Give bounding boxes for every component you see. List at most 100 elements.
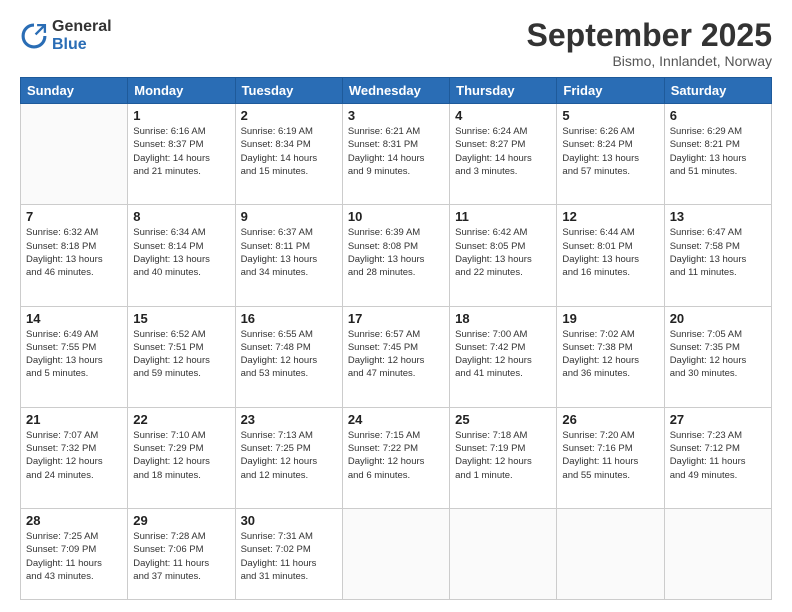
table-cell: 5 Sunrise: 6:26 AMSunset: 8:24 PMDaylight… (557, 104, 664, 205)
col-wednesday: Wednesday (342, 78, 449, 104)
table-cell: 6 Sunrise: 6:29 AMSunset: 8:21 PMDaylight… (664, 104, 771, 205)
table-cell: 30 Sunrise: 7:31 AMSunset: 7:02 PMDayligh… (235, 508, 342, 599)
table-cell: 13 Sunrise: 6:47 AMSunset: 7:58 PMDayligh… (664, 205, 771, 306)
day-number: 5 (562, 108, 658, 123)
table-cell: 27 Sunrise: 7:23 AMSunset: 7:12 PMDayligh… (664, 407, 771, 508)
table-cell: 11 Sunrise: 6:42 AMSunset: 8:05 PMDayligh… (450, 205, 557, 306)
table-cell (342, 508, 449, 599)
day-info: Sunrise: 6:37 AMSunset: 8:11 PMDaylight:… (241, 226, 337, 279)
day-number: 4 (455, 108, 551, 123)
day-info: Sunrise: 6:52 AMSunset: 7:51 PMDaylight:… (133, 328, 229, 381)
table-cell: 7Sunrise: 6:32 AMSunset: 8:18 PMDaylight… (21, 205, 128, 306)
header: General Blue September 2025 Bismo, Innla… (20, 18, 772, 69)
day-number: 17 (348, 311, 444, 326)
day-number: 3 (348, 108, 444, 123)
day-info: Sunrise: 6:55 AMSunset: 7:48 PMDaylight:… (241, 328, 337, 381)
table-cell: 21 Sunrise: 7:07 AMSunset: 7:32 PMDayligh… (21, 407, 128, 508)
day-number: 6 (670, 108, 766, 123)
day-number: 8 (133, 209, 229, 224)
day-info: Sunrise: 7:07 AMSunset: 7:32 PMDaylight:… (26, 429, 122, 482)
table-cell: 24 Sunrise: 7:15 AMSunset: 7:22 PMDayligh… (342, 407, 449, 508)
day-number: 25 (455, 412, 551, 427)
day-info: Sunrise: 7:31 AMSunset: 7:02 PMDaylight:… (241, 530, 337, 583)
day-info: Sunrise: 7:18 AMSunset: 7:19 PMDaylight:… (455, 429, 551, 482)
table-cell (21, 104, 128, 205)
day-info: Sunrise: 6:49 AMSunset: 7:55 PMDaylight:… (26, 328, 122, 381)
day-number: 20 (670, 311, 766, 326)
table-cell: 18 Sunrise: 7:00 AMSunset: 7:42 PMDayligh… (450, 306, 557, 407)
logo-blue: Blue (52, 36, 112, 54)
day-info: Sunrise: 6:32 AMSunset: 8:18 PMDaylight:… (26, 226, 122, 279)
table-cell (557, 508, 664, 599)
day-number: 12 (562, 209, 658, 224)
day-info: Sunrise: 7:05 AMSunset: 7:35 PMDaylight:… (670, 328, 766, 381)
month-title: September 2025 (527, 18, 772, 53)
table-cell: 9 Sunrise: 6:37 AMSunset: 8:11 PMDaylight… (235, 205, 342, 306)
day-info: Sunrise: 6:39 AMSunset: 8:08 PMDaylight:… (348, 226, 444, 279)
day-info: Sunrise: 6:24 AMSunset: 8:27 PMDaylight:… (455, 125, 551, 178)
day-number: 23 (241, 412, 337, 427)
day-info: Sunrise: 6:42 AMSunset: 8:05 PMDaylight:… (455, 226, 551, 279)
table-cell: 20 Sunrise: 7:05 AMSunset: 7:35 PMDayligh… (664, 306, 771, 407)
day-number: 27 (670, 412, 766, 427)
table-cell: 29 Sunrise: 7:28 AMSunset: 7:06 PMDayligh… (128, 508, 235, 599)
calendar-body: 1 Sunrise: 6:16 AMSunset: 8:37 PMDaylight… (21, 104, 772, 600)
day-number: 22 (133, 412, 229, 427)
day-info: Sunrise: 6:29 AMSunset: 8:21 PMDaylight:… (670, 125, 766, 178)
table-cell: 12 Sunrise: 6:44 AMSunset: 8:01 PMDayligh… (557, 205, 664, 306)
day-number: 1 (133, 108, 229, 123)
day-number: 19 (562, 311, 658, 326)
day-info: Sunrise: 7:02 AMSunset: 7:38 PMDaylight:… (562, 328, 658, 381)
table-cell: 17 Sunrise: 6:57 AMSunset: 7:45 PMDayligh… (342, 306, 449, 407)
day-info: Sunrise: 6:19 AMSunset: 8:34 PMDaylight:… (241, 125, 337, 178)
col-thursday: Thursday (450, 78, 557, 104)
table-cell: 25 Sunrise: 7:18 AMSunset: 7:19 PMDayligh… (450, 407, 557, 508)
day-number: 21 (26, 412, 122, 427)
day-number: 30 (241, 513, 337, 528)
logo-general: General (52, 18, 112, 36)
calendar-table: Sunday Monday Tuesday Wednesday Thursday… (20, 77, 772, 600)
day-info: Sunrise: 7:25 AMSunset: 7:09 PMDaylight:… (26, 530, 122, 583)
table-cell: 16Sunrise: 6:55 AMSunset: 7:48 PMDayligh… (235, 306, 342, 407)
logo-icon (20, 22, 48, 50)
day-info: Sunrise: 6:47 AMSunset: 7:58 PMDaylight:… (670, 226, 766, 279)
day-info: Sunrise: 7:23 AMSunset: 7:12 PMDaylight:… (670, 429, 766, 482)
day-info: Sunrise: 6:26 AMSunset: 8:24 PMDaylight:… (562, 125, 658, 178)
table-cell: 22Sunrise: 7:10 AMSunset: 7:29 PMDayligh… (128, 407, 235, 508)
col-monday: Monday (128, 78, 235, 104)
table-cell: 2 Sunrise: 6:19 AMSunset: 8:34 PMDaylight… (235, 104, 342, 205)
table-cell: 8 Sunrise: 6:34 AMSunset: 8:14 PMDaylight… (128, 205, 235, 306)
day-info: Sunrise: 6:57 AMSunset: 7:45 PMDaylight:… (348, 328, 444, 381)
page: General Blue September 2025 Bismo, Innla… (0, 0, 792, 612)
day-number: 11 (455, 209, 551, 224)
col-saturday: Saturday (664, 78, 771, 104)
day-number: 13 (670, 209, 766, 224)
day-info: Sunrise: 7:20 AMSunset: 7:16 PMDaylight:… (562, 429, 658, 482)
table-cell: 3 Sunrise: 6:21 AMSunset: 8:31 PMDaylight… (342, 104, 449, 205)
day-info: Sunrise: 7:28 AMSunset: 7:06 PMDaylight:… (133, 530, 229, 583)
table-cell: 23 Sunrise: 7:13 AMSunset: 7:25 PMDayligh… (235, 407, 342, 508)
day-number: 28 (26, 513, 122, 528)
day-info: Sunrise: 6:34 AMSunset: 8:14 PMDaylight:… (133, 226, 229, 279)
title-block: September 2025 Bismo, Innlandet, Norway (527, 18, 772, 69)
day-info: Sunrise: 7:00 AMSunset: 7:42 PMDaylight:… (455, 328, 551, 381)
day-info: Sunrise: 7:15 AMSunset: 7:22 PMDaylight:… (348, 429, 444, 482)
logo: General Blue (20, 18, 112, 53)
day-number: 2 (241, 108, 337, 123)
day-number: 18 (455, 311, 551, 326)
table-cell: 1 Sunrise: 6:16 AMSunset: 8:37 PMDaylight… (128, 104, 235, 205)
day-info: Sunrise: 7:13 AMSunset: 7:25 PMDaylight:… (241, 429, 337, 482)
day-number: 24 (348, 412, 444, 427)
day-number: 9 (241, 209, 337, 224)
day-number: 29 (133, 513, 229, 528)
logo-text: General Blue (52, 18, 112, 53)
table-cell (450, 508, 557, 599)
day-info: Sunrise: 6:16 AMSunset: 8:37 PMDaylight:… (133, 125, 229, 178)
table-cell (664, 508, 771, 599)
day-info: Sunrise: 6:44 AMSunset: 8:01 PMDaylight:… (562, 226, 658, 279)
table-cell: 19 Sunrise: 7:02 AMSunset: 7:38 PMDayligh… (557, 306, 664, 407)
location: Bismo, Innlandet, Norway (527, 53, 772, 69)
table-cell: 10Sunrise: 6:39 AMSunset: 8:08 PMDayligh… (342, 205, 449, 306)
day-info: Sunrise: 6:21 AMSunset: 8:31 PMDaylight:… (348, 125, 444, 178)
table-cell: 14Sunrise: 6:49 AMSunset: 7:55 PMDayligh… (21, 306, 128, 407)
